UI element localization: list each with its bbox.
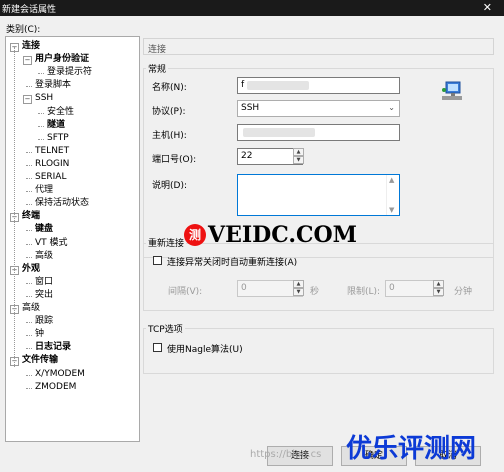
tree-connector <box>26 151 32 153</box>
category-label: 类别(C): <box>6 25 41 35</box>
spin-down-icon[interactable]: ▼ <box>293 156 304 164</box>
tree-item[interactable]: 高级 <box>22 303 40 314</box>
network-computer-icon <box>442 81 462 100</box>
spin-up-icon[interactable]: ▲ <box>433 280 444 288</box>
tree-item[interactable]: RLOGIN <box>35 159 69 170</box>
tree-item[interactable]: X/YMODEM <box>35 369 85 380</box>
watermark-badge: 测 <box>184 224 206 246</box>
redacted-name <box>247 81 309 90</box>
general-legend: 常规 <box>146 62 169 75</box>
tree-connector <box>26 282 32 284</box>
tree-item[interactable]: 键盘 <box>35 224 53 235</box>
tree-item[interactable]: 隧道 <box>47 120 65 131</box>
site-watermark: 优乐评测网 <box>346 434 477 464</box>
tree-item[interactable]: 跟踪 <box>35 316 53 327</box>
tree-item[interactable]: 终端 <box>22 211 40 222</box>
interval-label: 间隔(V): <box>168 287 203 297</box>
tree-connector <box>26 243 32 245</box>
description-scrollbar[interactable]: ▲ ▼ <box>386 175 399 215</box>
limit-label: 限制(L): <box>347 287 381 297</box>
tree-connector <box>26 204 32 206</box>
tree-collapse-icon[interactable]: − <box>23 95 32 105</box>
tree-connector <box>26 164 32 166</box>
port-spinner[interactable]: ▲ ▼ <box>293 148 304 165</box>
tree-item[interactable]: ZMODEM <box>35 382 76 393</box>
tree-connector <box>26 348 32 350</box>
tree-item[interactable]: VT 模式 <box>35 238 68 249</box>
tree-connector <box>26 322 32 324</box>
protocol-value: SSH <box>241 103 260 113</box>
description-label: 说明(D): <box>152 181 187 191</box>
spin-up-icon[interactable]: ▲ <box>293 148 304 156</box>
watermark-brand: VEIDC.COM <box>208 222 358 248</box>
tree-item[interactable]: 安全性 <box>47 107 74 118</box>
tree-item[interactable]: 外观 <box>22 264 40 275</box>
reconnect-legend: 重新连接 <box>146 236 187 249</box>
tree-item[interactable]: SSH <box>35 93 53 104</box>
tree-item[interactable]: 日志记录 <box>35 342 71 353</box>
tree-connector <box>38 112 44 114</box>
tree-connector <box>38 125 44 127</box>
spin-up-icon[interactable]: ▲ <box>293 280 304 288</box>
tree-connector <box>26 335 32 337</box>
tree-item[interactable]: 用户身份验证 <box>35 54 89 65</box>
section-header: 连接 <box>143 38 494 55</box>
chevron-down-icon: ⌄ <box>388 103 395 112</box>
spin-down-icon[interactable]: ▼ <box>433 288 444 296</box>
url-watermark: https://blog.cs <box>250 449 322 460</box>
scroll-down-icon[interactable]: ▼ <box>389 206 394 214</box>
redacted-host <box>243 128 315 137</box>
spin-down-icon[interactable]: ▼ <box>293 288 304 296</box>
tree-item[interactable]: 突出 <box>35 290 53 301</box>
tree-connector <box>38 73 44 75</box>
tree-item[interactable]: 保持活动状态 <box>35 198 89 209</box>
tree-item[interactable]: SFTP <box>47 133 69 144</box>
tree-connector <box>26 256 32 258</box>
tree-item[interactable]: 登录提示符 <box>47 67 92 78</box>
tree-connector <box>26 191 32 193</box>
scroll-up-icon[interactable]: ▲ <box>389 176 394 184</box>
name-label: 名称(N): <box>152 83 187 93</box>
limit-spinner[interactable]: ▲ ▼ <box>433 280 444 297</box>
interval-spinner[interactable]: ▲ ▼ <box>293 280 304 297</box>
tree-connector <box>26 178 32 179</box>
tree-root-line <box>14 47 15 367</box>
tree-item[interactable]: 连接 <box>22 41 40 52</box>
tree-item[interactable]: 窗口 <box>35 277 53 288</box>
nagle-label: 使用Nagle算法(U) <box>167 345 243 355</box>
tree-connector <box>26 387 32 389</box>
tree-item[interactable]: TELNET <box>35 146 69 157</box>
tree-item[interactable]: SERIAL <box>35 172 66 183</box>
description-field[interactable]: ▲ ▼ <box>237 174 400 216</box>
auto-reconnect-checkbox[interactable] <box>153 256 162 265</box>
nagle-checkbox[interactable] <box>153 343 162 352</box>
title-bar: 新建会话属性 ✕ <box>0 0 504 16</box>
auto-reconnect-label: 连接异常关闭时自动重新连接(A) <box>167 258 298 268</box>
tree-connector <box>26 374 32 376</box>
tree-item[interactable]: 钟 <box>35 329 44 340</box>
close-icon[interactable]: ✕ <box>483 1 492 14</box>
reconnect-group <box>143 243 494 311</box>
tree-connector <box>38 138 44 140</box>
veidc-watermark: 测 VEIDC.COM <box>184 222 357 252</box>
window-title: 新建会话属性 <box>2 5 57 15</box>
port-label: 端口号(O): <box>152 155 197 165</box>
category-tree[interactable]: − 连接 − 用户身份验证 登录提示符 登录脚本 − SSH 安全性 隧道 SFTP TELNET RL… <box>5 36 140 442</box>
tree-item[interactable]: 高级 <box>35 251 53 262</box>
section-header-title: 连接 <box>148 45 167 55</box>
tree-item[interactable]: 文件传输 <box>22 355 58 366</box>
limit-unit: 分钟 <box>454 287 473 297</box>
tree-item[interactable]: 代理 <box>35 185 53 196</box>
tree-connector <box>26 230 32 232</box>
protocol-label: 协议(P): <box>152 107 186 117</box>
tcp-legend: TCP选项 <box>146 322 185 335</box>
interval-unit: 秒 <box>310 287 320 297</box>
tree-item[interactable]: 登录脚本 <box>35 80 71 91</box>
tree-collapse-icon[interactable]: − <box>23 56 32 66</box>
tree-connector <box>26 86 32 88</box>
tree-connector <box>26 295 32 297</box>
protocol-select[interactable]: SSH ⌄ <box>237 100 400 117</box>
host-label: 主机(H): <box>152 131 187 141</box>
